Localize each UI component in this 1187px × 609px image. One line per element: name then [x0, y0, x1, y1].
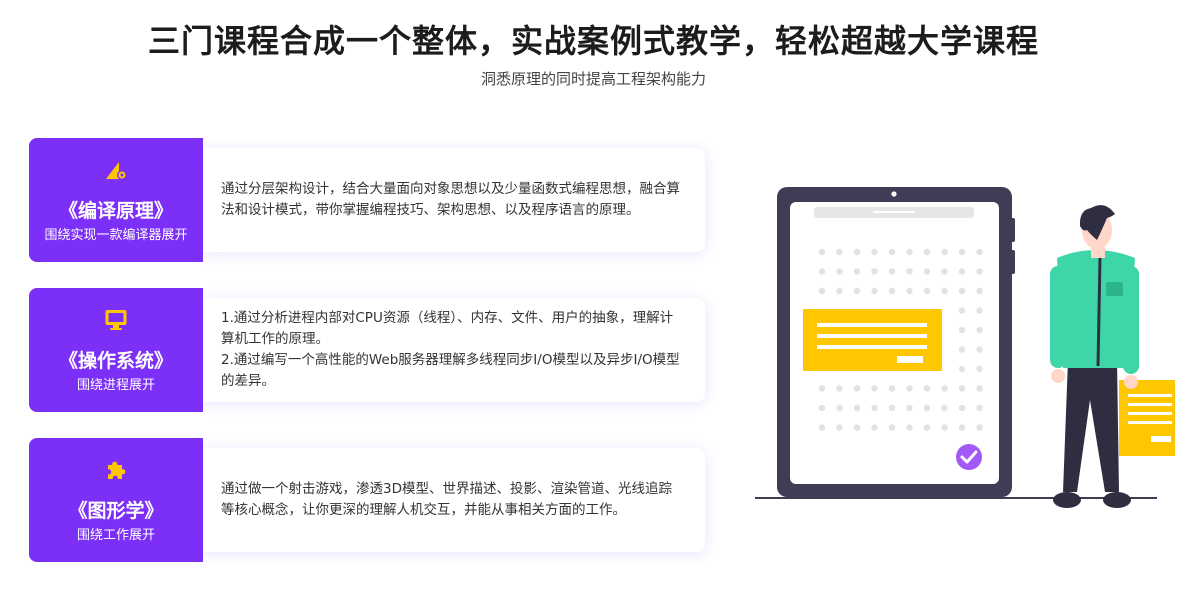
course-tag: 《操作系统》 围绕进程展开: [29, 288, 203, 412]
compiler-gear-icon: [106, 162, 127, 180]
course-name: 《图形学》: [68, 500, 164, 522]
page-subtitle: 洞悉原理的同时提高工程架构能力: [480, 70, 706, 88]
course-description: 通过做一个射击游戏，渗透3D模型、世界描述、投影、渲染管道、光线追踪等核心概念，…: [221, 481, 672, 518]
monitor-icon: [105, 310, 127, 330]
person-figure: [1050, 205, 1175, 508]
course-subtitle: 围绕工作展开: [76, 528, 155, 543]
course-card: 1.通过分析进程内部对CPU资源（线程）、内存、文件、用户的抽象，理解计算机工作…: [203, 298, 705, 402]
page-title: 三门课程合成一个整体，实战案例式教学，轻松超越大学课程: [147, 22, 1039, 60]
course-compiler: 《编译原理》 围绕实现一款编译器展开 通过分层架构设计，结合大量面向对象思想以及…: [29, 138, 709, 262]
course-os: 《操作系统》 围绕进程展开 1.通过分析进程内部对CPU资源（线程）、内存、文件…: [29, 288, 709, 412]
course-tag: 《编译原理》 围绕实现一款编译器展开: [29, 138, 203, 262]
course-card: 通过分层架构设计，结合大量面向对象思想以及少量函数式编程思想，融合算法和设计模式…: [203, 148, 705, 252]
course-graphics: 《图形学》 围绕工作展开 通过做一个射击游戏，渗透3D模型、世界描述、投影、渲染…: [29, 438, 709, 562]
course-description: 通过分层架构设计，结合大量面向对象思想以及少量函数式编程思想，融合算法和设计模式…: [221, 181, 680, 218]
course-subtitle: 围绕实现一款编译器展开: [44, 228, 188, 243]
course-tag: 《图形学》 围绕工作展开: [29, 438, 203, 562]
check-icon: [956, 444, 982, 470]
document-sheet: [1119, 380, 1175, 456]
course-subtitle: 围绕进程展开: [76, 378, 155, 393]
puzzle-icon: [108, 461, 126, 479]
course-description: 1.通过分析进程内部对CPU资源（线程）、内存、文件、用户的抽象，理解计算机工作…: [221, 310, 680, 389]
course-name: 《编译原理》: [58, 200, 173, 222]
course-card: 通过做一个射击游戏，渗透3D模型、世界描述、投影、渲染管道、光线追踪等核心概念，…: [203, 448, 705, 552]
tablet-person-illustration: [755, 187, 1175, 508]
course-name: 《操作系统》: [58, 350, 173, 372]
